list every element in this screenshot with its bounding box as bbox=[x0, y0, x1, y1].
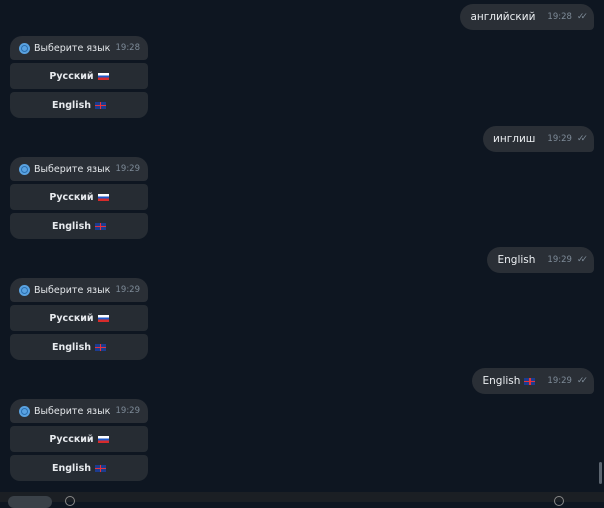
message-composer bbox=[0, 492, 604, 508]
outgoing-message[interactable]: English 19:29 ✓✓ bbox=[472, 368, 594, 394]
bot-prompt-bubble: Выберите язык 19:29 bbox=[10, 399, 148, 423]
uk-flag-icon bbox=[94, 464, 106, 472]
message-time: 19:28 bbox=[115, 43, 141, 53]
attach-icon[interactable] bbox=[65, 496, 75, 506]
menu-button[interactable] bbox=[8, 496, 52, 508]
double-check-icon: ✓✓ bbox=[576, 376, 588, 386]
russia-flag-icon bbox=[97, 72, 109, 80]
english-button[interactable]: English bbox=[10, 92, 148, 118]
russia-flag-icon bbox=[97, 435, 109, 443]
message-text: English bbox=[482, 375, 521, 387]
bot-message: Выберите язык 19:29 Русский English bbox=[10, 157, 148, 239]
message-time: 19:28 bbox=[547, 12, 572, 22]
uk-flag-icon bbox=[94, 101, 106, 109]
message-time: 19:29 bbox=[547, 376, 572, 386]
outgoing-message[interactable]: English 19:29 ✓✓ bbox=[487, 247, 594, 273]
russia-flag-icon bbox=[97, 314, 109, 322]
message-time: 19:29 bbox=[115, 164, 141, 174]
uk-flag-icon bbox=[524, 377, 536, 385]
emoji-icon[interactable] bbox=[554, 496, 564, 506]
globe-icon bbox=[19, 405, 30, 417]
russian-button[interactable]: Русский bbox=[10, 426, 148, 452]
outgoing-message[interactable]: инглиш 19:29 ✓✓ bbox=[483, 126, 594, 152]
bot-message: Выберите язык 19:29 Русский English bbox=[10, 399, 148, 481]
russian-button[interactable]: Русский bbox=[10, 63, 148, 89]
prompt-text: Выберите язык bbox=[34, 284, 111, 296]
message-text: инглиш bbox=[493, 133, 536, 145]
message-time: 19:29 bbox=[547, 134, 572, 144]
bot-message: Выберите язык 19:28 Русский English bbox=[10, 36, 148, 118]
prompt-text: Выберите язык bbox=[34, 163, 111, 175]
globe-icon bbox=[19, 42, 30, 54]
prompt-text: Выберите язык bbox=[34, 42, 111, 54]
message-time: 19:29 bbox=[115, 285, 141, 295]
double-check-icon: ✓✓ bbox=[576, 12, 588, 22]
globe-icon bbox=[19, 284, 30, 296]
message-text: English bbox=[497, 254, 536, 266]
outgoing-message[interactable]: английский 19:28 ✓✓ bbox=[460, 4, 594, 30]
uk-flag-icon bbox=[94, 343, 106, 351]
message-text: английский bbox=[470, 11, 536, 23]
message-time: 19:29 bbox=[547, 255, 572, 265]
english-button[interactable]: English bbox=[10, 334, 148, 360]
russia-flag-icon bbox=[97, 193, 109, 201]
prompt-text: Выберите язык bbox=[34, 405, 111, 417]
english-button[interactable]: English bbox=[10, 213, 148, 239]
russian-button[interactable]: Русский bbox=[10, 184, 148, 210]
double-check-icon: ✓✓ bbox=[576, 255, 588, 265]
globe-icon bbox=[19, 163, 30, 175]
message-time: 19:29 bbox=[115, 406, 141, 416]
russian-button[interactable]: Русский bbox=[10, 305, 148, 331]
bot-prompt-bubble: Выберите язык 19:28 bbox=[10, 36, 148, 60]
scrollbar-thumb[interactable] bbox=[599, 462, 602, 484]
bot-prompt-bubble: Выберите язык 19:29 bbox=[10, 278, 148, 302]
english-button[interactable]: English bbox=[10, 455, 148, 481]
bot-message: Выберите язык 19:29 Русский English bbox=[10, 278, 148, 360]
double-check-icon: ✓✓ bbox=[576, 134, 588, 144]
bot-prompt-bubble: Выберите язык 19:29 bbox=[10, 157, 148, 181]
uk-flag-icon bbox=[94, 222, 106, 230]
